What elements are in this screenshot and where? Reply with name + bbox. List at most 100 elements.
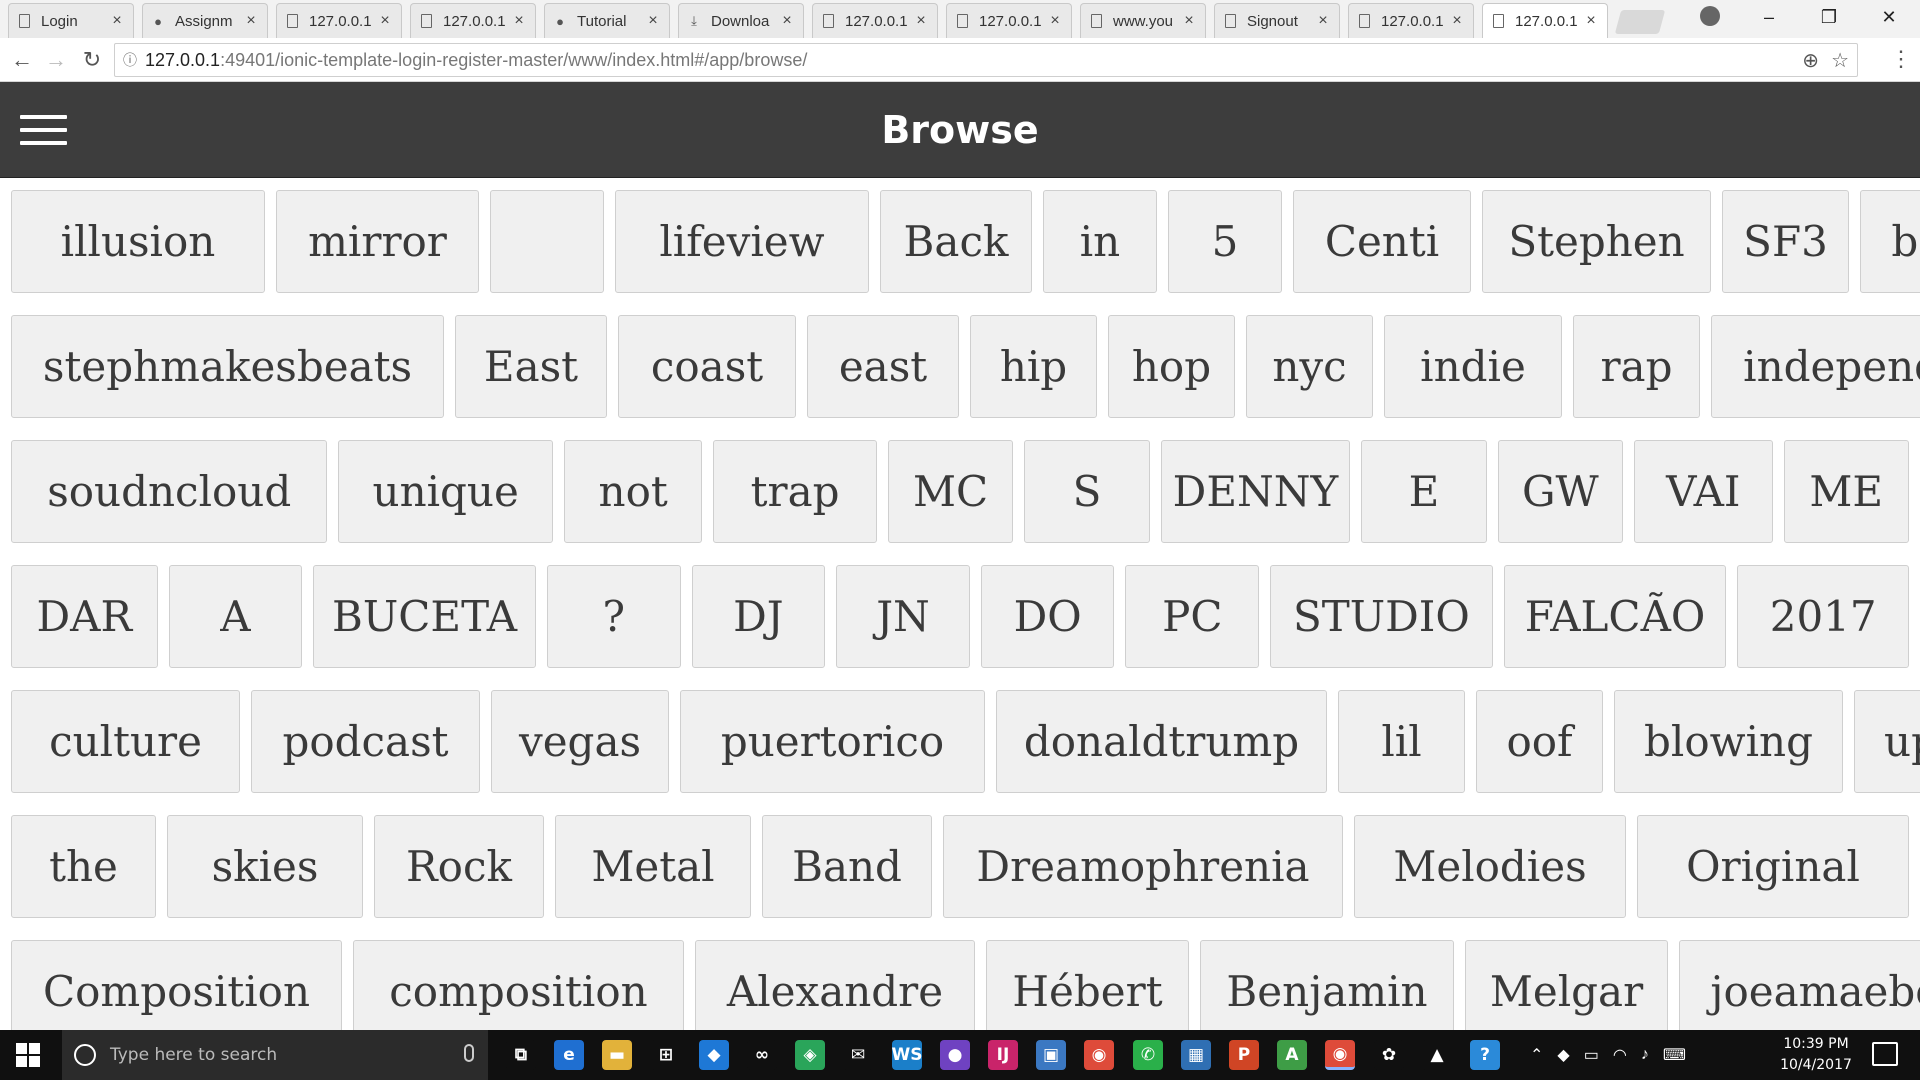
tag-button[interactable]: 2017	[1737, 565, 1909, 668]
new-tab-button[interactable]	[1614, 10, 1666, 34]
tag-button[interactable]: composition	[353, 940, 684, 1030]
tab-close-icon[interactable]: ×	[1583, 12, 1599, 30]
arduino-icon[interactable]: ∞	[747, 1040, 777, 1070]
tag-button[interactable]: STUDIO	[1270, 565, 1493, 668]
forward-icon[interactable]: →	[42, 46, 70, 74]
tag-button[interactable]: 5	[1168, 190, 1282, 293]
browser-tab[interactable]: 127.0.0.1 ×	[1482, 3, 1608, 38]
tab-close-icon[interactable]: ×	[377, 12, 393, 30]
back-icon[interactable]: ←	[8, 46, 36, 74]
tag-button[interactable]: JN	[836, 565, 970, 668]
tag-button[interactable]: Composition	[11, 940, 342, 1030]
zoom-icon[interactable]: ⊕	[1802, 48, 1819, 73]
tag-button[interactable]: Alexandre	[695, 940, 975, 1030]
tag-button[interactable]: mirror	[276, 190, 479, 293]
tab-close-icon[interactable]: ×	[1315, 12, 1331, 30]
microphone-icon[interactable]	[464, 1044, 474, 1062]
chrome-active-icon[interactable]: ◉	[1325, 1040, 1355, 1070]
tag-button[interactable]: vegas	[491, 690, 669, 793]
tag-button[interactable]: not	[563, 440, 703, 543]
wifi-icon[interactable]: ◠	[1613, 1045, 1627, 1065]
android-studio-icon[interactable]: A	[1277, 1040, 1307, 1070]
dropbox-tray-icon[interactable]: ◆	[1557, 1045, 1569, 1065]
tag-button[interactable]: BUCETA	[313, 565, 536, 668]
tag-button[interactable]: coast	[618, 315, 796, 418]
tab-close-icon[interactable]: ×	[511, 12, 527, 30]
tag-button[interactable]: Band	[762, 815, 932, 918]
show-hidden-icons-icon[interactable]: ⌃	[1530, 1045, 1543, 1065]
tag-button[interactable]: DAR	[11, 565, 158, 668]
tag-button[interactable]: lifeview	[615, 190, 869, 293]
tag-button[interactable]: nyc	[1246, 315, 1373, 418]
tab-close-icon[interactable]: ×	[645, 12, 661, 30]
tag-button[interactable]: A	[168, 565, 303, 668]
tag-button[interactable]: Back	[880, 190, 1032, 293]
sourcetree-icon[interactable]: ◈	[795, 1040, 825, 1070]
tag-button[interactable]: podcast	[251, 690, 480, 793]
tag-button[interactable]: culture	[11, 690, 240, 793]
task-view-icon[interactable]: ⧉	[506, 1040, 536, 1070]
tag-button[interactable]: Melgar	[1465, 940, 1668, 1030]
volume-icon[interactable]: ♪	[1641, 1046, 1649, 1064]
tag-button[interactable]: FALCÃO	[1503, 565, 1727, 668]
webstorm-icon[interactable]: WS	[892, 1040, 923, 1070]
taskbar-clock[interactable]: 10:39 PM 10/4/2017	[1768, 1034, 1864, 1076]
app-icon[interactable]: ▦	[1181, 1040, 1211, 1070]
tag-button[interactable]: DENNY	[1160, 440, 1351, 543]
browser-tab[interactable]: ● Tutorial ×	[544, 3, 670, 38]
tag-button[interactable]: hip	[970, 315, 1097, 418]
tag-button[interactable]: the	[11, 815, 156, 918]
taskbar-search-box[interactable]: Type here to search	[62, 1030, 488, 1080]
tag-button[interactable]: Dreamophrenia	[943, 815, 1343, 918]
whatsapp-icon[interactable]: ✆	[1133, 1040, 1163, 1070]
tag-button[interactable]: beats	[1860, 190, 1920, 293]
tag-button[interactable]: hop	[1108, 315, 1235, 418]
browser-tab[interactable]: ⤓ Downloa ×	[678, 3, 804, 38]
address-url[interactable]: 127.0.0.1:49401/ionic-template-login-reg…	[145, 50, 807, 71]
intellij-icon[interactable]: IJ	[988, 1040, 1018, 1070]
tab-close-icon[interactable]: ×	[913, 12, 929, 30]
tag-button[interactable]: MC	[887, 440, 1014, 543]
tag-button[interactable]: SF3	[1722, 190, 1849, 293]
tag-button[interactable]: soudncloud	[11, 440, 328, 543]
browser-tab[interactable]: 127.0.0.1 ×	[812, 3, 938, 38]
help-icon[interactable]: ?	[1470, 1040, 1500, 1070]
tag-button[interactable]: S	[1024, 440, 1150, 543]
browser-tab[interactable]: Signout ×	[1214, 3, 1340, 38]
tag-button[interactable]: oof	[1476, 690, 1603, 793]
tag-button[interactable]: stephmakesbeats	[11, 315, 444, 418]
tag-button[interactable]: puertorico	[680, 690, 985, 793]
tag-button[interactable]: lil	[1338, 690, 1465, 793]
tag-button[interactable]: independent	[1711, 315, 1920, 418]
bookmark-star-icon[interactable]: ☆	[1831, 48, 1849, 73]
tag-button[interactable]: Melodies	[1354, 815, 1626, 918]
tag-button[interactable]: up	[1854, 690, 1920, 793]
tag-button[interactable]: ?	[546, 565, 681, 668]
tag-button[interactable]: skies	[167, 815, 363, 918]
tag-button[interactable]: GW	[1497, 440, 1624, 543]
tag-button[interactable]: VAI	[1634, 440, 1773, 543]
tag-button[interactable]: indie	[1384, 315, 1562, 418]
tag-button[interactable]: Centi	[1293, 190, 1471, 293]
close-window-icon[interactable]: ✕	[1866, 0, 1912, 34]
mail-icon[interactable]: ✉	[843, 1040, 873, 1070]
tag-button[interactable]: East	[455, 315, 607, 418]
chrome-icon[interactable]: ◉	[1084, 1040, 1114, 1070]
tag-button[interactable]: Benjamin	[1200, 940, 1454, 1030]
tab-close-icon[interactable]: ×	[109, 12, 125, 30]
tag-button[interactable]: illusion	[11, 190, 265, 293]
tag-button[interactable]: rap	[1573, 315, 1700, 418]
address-bar[interactable]: ⓘ 127.0.0.1:49401/ionic-template-login-r…	[114, 43, 1858, 77]
tag-button[interactable]: DO	[980, 565, 1115, 668]
tag-button[interactable]: Metal	[555, 815, 751, 918]
tag-button[interactable]: joeamaebeats	[1679, 940, 1920, 1030]
tag-button[interactable]: Stephen	[1482, 190, 1711, 293]
tab-close-icon[interactable]: ×	[1449, 12, 1465, 30]
tag-button[interactable]: Hébert	[986, 940, 1189, 1030]
tag-button[interactable]: unique	[338, 440, 553, 543]
tag-button[interactable]: donaldtrump	[996, 690, 1327, 793]
browser-tab[interactable]: 127.0.0.1 ×	[946, 3, 1072, 38]
file-explorer-icon[interactable]: ▬	[602, 1040, 632, 1070]
browser-tab[interactable]: 127.0.0.1 ×	[410, 3, 536, 38]
paint-icon[interactable]: ✿	[1374, 1040, 1404, 1070]
